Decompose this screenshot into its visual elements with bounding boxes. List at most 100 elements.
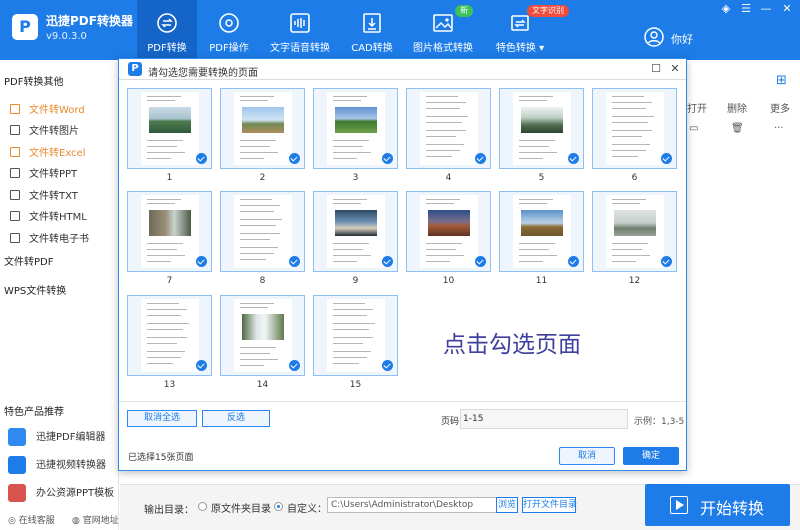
invert-selection-button[interactable]: 反选 (202, 410, 270, 427)
sidebar-item-to-image[interactable]: 文件转图片 (10, 122, 79, 137)
nav-pdf-convert[interactable]: PDF转换 (137, 0, 197, 60)
nav-text-speech[interactable]: 文字语音转换 (266, 0, 334, 60)
page-thumbnail[interactable] (499, 88, 584, 169)
check-icon[interactable] (568, 256, 579, 267)
app-version: v9.0.3.0 (46, 31, 87, 42)
nav-label: PDF操作 (209, 43, 249, 54)
sidebar-section-pdf-other[interactable]: PDF转换其他 (4, 73, 63, 88)
text-line (426, 130, 466, 131)
more-dots-icon[interactable]: ··· (774, 123, 784, 134)
text-line (426, 122, 462, 123)
page-thumbnail[interactable] (127, 295, 212, 376)
sidebar-item-to-ebook[interactable]: 文件转电子书 (10, 230, 89, 245)
page-thumbnail[interactable] (127, 88, 212, 169)
page-thumbnail[interactable] (220, 191, 305, 272)
nav-pdf-operate[interactable]: PDF操作 (201, 0, 257, 60)
check-icon[interactable] (661, 256, 672, 267)
open-folder-button[interactable]: 打开文件目录 (522, 497, 577, 513)
page-thumbnail[interactable] (406, 88, 491, 169)
folder-open-icon[interactable]: ▭ (689, 123, 698, 134)
product-video-converter[interactable]: 迅捷视频转换器 (8, 456, 106, 474)
text-line (240, 359, 278, 360)
check-icon[interactable] (568, 153, 579, 164)
text-line (519, 203, 547, 204)
text-line (612, 255, 650, 256)
radio-custom-folder[interactable] (274, 502, 283, 511)
check-icon[interactable] (661, 153, 672, 164)
text-line (333, 203, 361, 204)
page-number: 13 (163, 380, 176, 390)
menu-icon[interactable]: ☰ (739, 2, 753, 16)
text-line (426, 249, 456, 250)
page-range-label: 页码 (441, 417, 460, 427)
page-thumbnail[interactable] (313, 191, 398, 272)
close-icon[interactable]: ✕ (780, 2, 794, 16)
sidebar-item-to-html[interactable]: 文件转HTML (10, 208, 87, 223)
page-preview (234, 92, 292, 165)
page-thumbnail[interactable] (313, 88, 398, 169)
products-title: 特色产品推荐 (4, 407, 64, 418)
nav-cad[interactable]: CAD转换 (346, 0, 398, 60)
online-service-link[interactable]: ◎ 在线客服 (8, 513, 55, 526)
dialog-close-icon[interactable]: ✕ (668, 62, 682, 76)
page-thumbnail[interactable] (592, 191, 677, 272)
text-line (147, 329, 183, 330)
page-number: 4 (445, 173, 452, 183)
text-line (240, 353, 270, 354)
product-ppt-template[interactable]: 办公资源PPT模板 (8, 484, 114, 502)
website-link[interactable]: ◍ 官网地址 (72, 513, 119, 526)
sidebar-item-to-word[interactable]: 文件转Word (10, 101, 85, 116)
check-icon[interactable] (475, 153, 486, 164)
check-icon[interactable] (382, 256, 393, 267)
check-icon[interactable] (382, 360, 393, 371)
text-line (612, 96, 644, 97)
page-range-input[interactable]: 1-15 (460, 409, 628, 429)
page-thumbnail[interactable] (313, 295, 398, 376)
check-icon[interactable] (196, 256, 207, 267)
text-line (147, 146, 177, 147)
browse-button[interactable]: 浏览 (496, 497, 518, 513)
page-thumbnail[interactable] (499, 191, 584, 272)
headset-icon: ◎ (8, 516, 19, 526)
check-icon[interactable] (196, 360, 207, 371)
skin-icon[interactable]: ◈ (719, 2, 733, 16)
start-convert-button[interactable]: 开始转换 (645, 484, 790, 526)
check-icon[interactable] (196, 153, 207, 164)
text-line (333, 323, 375, 324)
chevron-down-icon[interactable]: ▾ (539, 43, 544, 54)
page-preview (420, 92, 478, 165)
output-path-input[interactable]: C:\Users\Administrator\Desktop (327, 497, 513, 513)
dialog-ok-button[interactable]: 确定 (623, 447, 679, 465)
pdf-operate-icon (219, 13, 239, 33)
sidebar-section-file-to-pdf[interactable]: 文件转PDF (4, 253, 53, 268)
more-label[interactable]: 更多 (770, 100, 790, 115)
page-preview (420, 195, 478, 268)
trash-icon[interactable]: 🗑 (731, 123, 744, 134)
page-thumbnail[interactable] (592, 88, 677, 169)
dialog-cancel-button[interactable]: 取消 (559, 447, 615, 465)
text-line (612, 199, 646, 200)
page-thumbnail[interactable] (220, 88, 305, 169)
page-thumbnail[interactable] (127, 191, 212, 272)
option-custom-label: 自定义： (287, 504, 327, 515)
sidebar-item-to-txt[interactable]: 文件转TXT (10, 187, 78, 202)
check-icon[interactable] (289, 360, 300, 371)
delete-label[interactable]: 删除 (727, 100, 747, 115)
check-icon[interactable] (289, 153, 300, 164)
grid-view-icon[interactable]: ⊞ (776, 73, 787, 88)
sidebar-item-to-ppt[interactable]: 文件转PPT (10, 165, 77, 180)
open-label[interactable]: 打开 (687, 100, 707, 115)
minimize-icon[interactable]: — (759, 2, 773, 16)
sidebar-section-wps[interactable]: WPS文件转换 (4, 282, 66, 297)
page-thumbnail[interactable] (406, 191, 491, 272)
maximize-icon[interactable]: ☐ (649, 62, 663, 76)
check-icon[interactable] (289, 256, 300, 267)
check-icon[interactable] (475, 256, 486, 267)
page-thumbnail[interactable] (220, 295, 305, 376)
sidebar-item-to-excel[interactable]: 文件转Excel (10, 144, 86, 159)
deselect-all-button[interactable]: 取消全选 (127, 410, 197, 427)
text-line (333, 158, 357, 159)
radio-original-folder[interactable] (198, 502, 207, 511)
check-icon[interactable] (382, 153, 393, 164)
product-pdf-editor[interactable]: 迅捷PDF编辑器 (8, 428, 105, 446)
